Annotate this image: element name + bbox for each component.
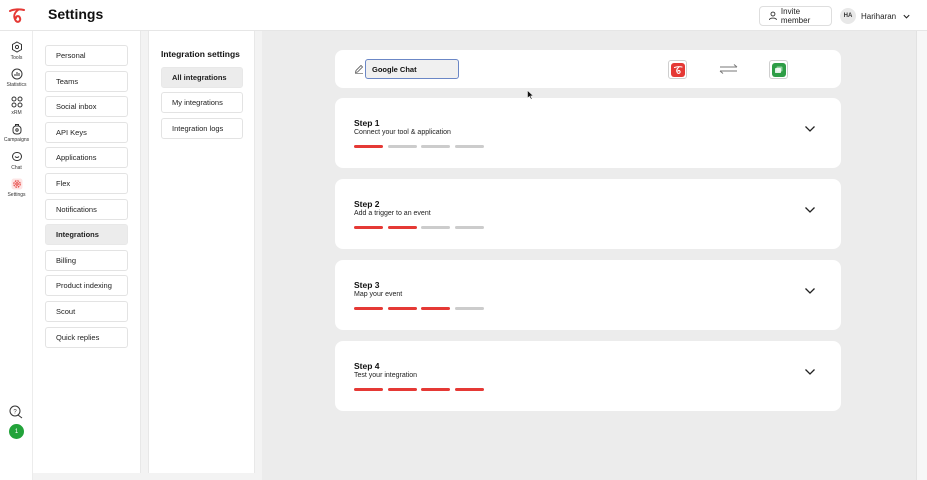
settings-item-teams[interactable]: Teams [45, 71, 128, 92]
rail-label: xRM [11, 110, 22, 116]
rail-item-chat[interactable]: Chat [0, 151, 33, 171]
settings-item-integrations[interactable]: Integrations [45, 224, 128, 245]
progress-segment [421, 388, 450, 391]
settings-icon [11, 178, 22, 190]
progress-segment [387, 307, 417, 310]
integration-name-input[interactable] [365, 59, 459, 79]
step-progress [354, 388, 488, 391]
rail-item-campaigns[interactable]: Campaigns [0, 123, 33, 143]
settings-item-product-indexing[interactable]: Product indexing [45, 275, 128, 296]
settings-item-flex[interactable]: Flex [45, 173, 128, 194]
step-subtitle: Test your integration [354, 372, 418, 379]
progress-segment [421, 145, 450, 148]
step-subtitle: Connect your tool & application [354, 129, 451, 136]
step-card-4[interactable]: Step 4 Test your integration [335, 341, 841, 411]
help-chat-icon[interactable]: ? [9, 405, 24, 420]
progress-segment [454, 388, 484, 391]
progress-segment [354, 226, 383, 229]
rail-label: Statistics [6, 82, 27, 88]
integration-settings-title: Integration settings [161, 49, 240, 59]
step-title: Step 1 [354, 118, 380, 128]
progress-segment [354, 307, 383, 310]
progress-segment [454, 307, 484, 310]
campaigns-icon [12, 124, 21, 135]
source-app-tile [668, 60, 687, 79]
settings-item-scout[interactable]: Scout [45, 301, 128, 322]
tools-icon [11, 41, 22, 53]
progress-segment [421, 226, 450, 229]
rail-item-tools[interactable]: Tools [0, 41, 33, 61]
rail-label: Tools [10, 55, 23, 61]
user-name: Hariharan [861, 11, 897, 21]
progress-segment [354, 145, 383, 148]
chevron-down-icon[interactable] [804, 123, 816, 135]
chat-icon [11, 152, 22, 161]
rail-label: Campaigns [3, 137, 30, 143]
integration-item-mine[interactable]: My integrations [161, 92, 243, 113]
progress-segment [387, 145, 417, 148]
step-title: Step 2 [354, 199, 380, 209]
rail-label: Settings [7, 192, 26, 198]
settings-item-billing[interactable]: Billing [45, 250, 128, 271]
step-subtitle: Map your event [354, 291, 403, 298]
chevron-down-icon[interactable] [804, 285, 816, 297]
settings-item-personal[interactable]: Personal [45, 45, 128, 66]
settings-item-notifications[interactable]: Notifications [45, 199, 128, 220]
invite-member-label: Invite member [780, 7, 811, 25]
integration-item-logs[interactable]: Integration logs [161, 118, 243, 139]
step-progress [354, 145, 488, 148]
target-app-tile [769, 60, 788, 79]
progress-segment [387, 226, 417, 229]
progress-segment [421, 307, 450, 310]
progress-segment [454, 226, 484, 229]
settings-item-applications[interactable]: Applications [45, 147, 128, 168]
scrollbar[interactable] [916, 31, 927, 480]
settings-item-api-keys[interactable]: API Keys [45, 122, 128, 143]
page-title: Settings [48, 6, 104, 22]
settings-item-social-inbox[interactable]: Social inbox [45, 96, 128, 117]
rail-label: Chat [11, 165, 22, 171]
progress-segment [354, 388, 383, 391]
progress-segment [454, 145, 484, 148]
icon-rail: Tools Statistics xRM Campaigns Chat Sett… [0, 31, 33, 480]
rail-item-xrm[interactable]: xRM [0, 96, 33, 116]
top-bar: Settings Invite member HA Hariharan [0, 0, 927, 31]
integration-item-all[interactable]: All integrations [161, 67, 243, 88]
step-title: Step 3 [354, 280, 380, 290]
progress-segment [387, 388, 417, 391]
swap-arrows-icon [719, 64, 738, 74]
notification-badge[interactable]: 1 [9, 424, 24, 439]
step-progress [354, 226, 488, 229]
svg-text:?: ? [13, 409, 17, 415]
google-chat-icon [771, 62, 786, 77]
integration-settings-panel: Integration settings All integrations My… [148, 31, 255, 473]
step-title: Step 4 [354, 361, 380, 371]
chevron-down-icon[interactable] [804, 366, 816, 378]
step-card-1[interactable]: Step 1 Connect your tool & application [335, 98, 841, 168]
user-menu[interactable]: HA Hariharan [840, 6, 911, 26]
settings-menu: Personal Teams Social inbox API Keys App… [33, 31, 141, 473]
avatar: HA [840, 8, 856, 24]
settings-item-quick-replies[interactable]: Quick replies [45, 327, 128, 348]
invite-member-button[interactable]: Invite member [759, 6, 832, 26]
chevron-down-icon [903, 14, 910, 19]
xrm-icon [11, 96, 22, 108]
rail-item-statistics[interactable]: Statistics [0, 68, 33, 88]
brand-logo-icon[interactable] [8, 7, 26, 25]
mouse-cursor-icon [527, 90, 534, 100]
step-progress [354, 307, 488, 310]
statistics-icon [11, 68, 22, 80]
chevron-down-icon[interactable] [804, 204, 816, 216]
step-card-2[interactable]: Step 2 Add a trigger to an event [335, 179, 841, 249]
rail-item-settings[interactable]: Settings [0, 178, 33, 198]
brand-logo-icon [670, 62, 685, 77]
user-icon [769, 11, 777, 21]
step-card-3[interactable]: Step 3 Map your event [335, 260, 841, 330]
pencil-icon [354, 64, 364, 74]
step-subtitle: Add a trigger to an event [354, 210, 431, 217]
